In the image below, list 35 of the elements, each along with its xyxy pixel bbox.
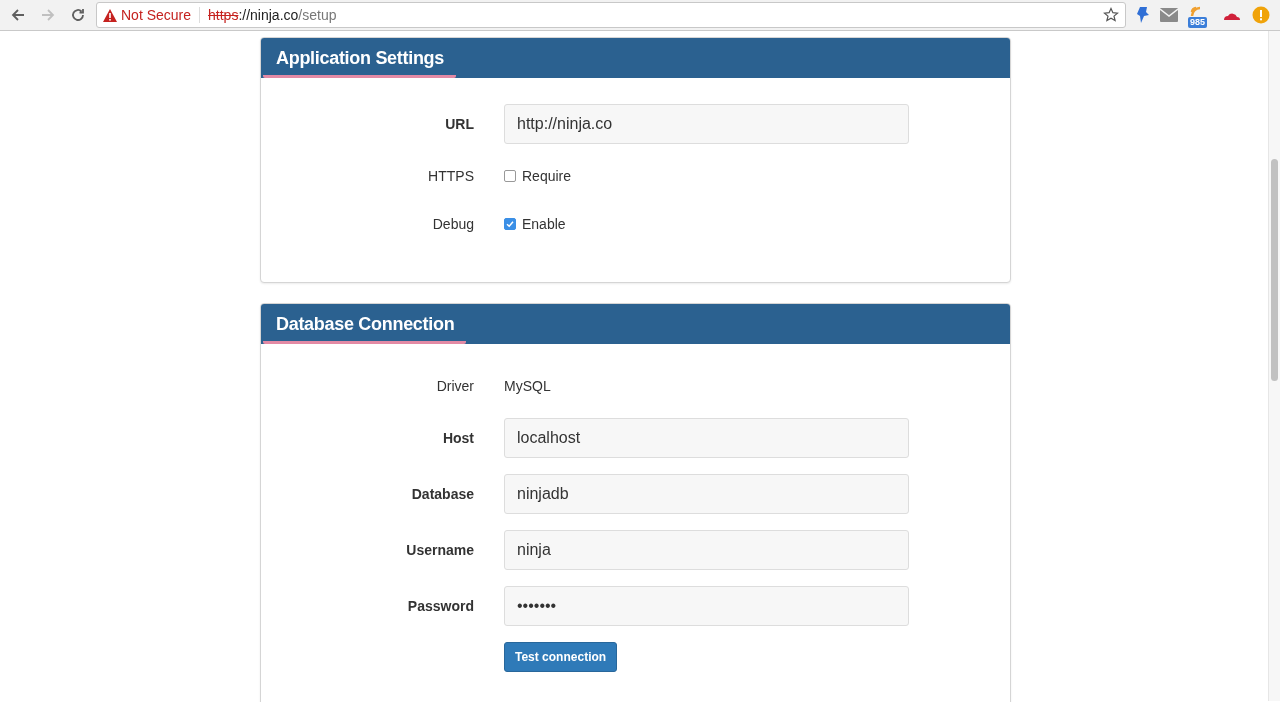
input-field[interactable]: ninjadb <box>504 474 909 514</box>
star-icon[interactable] <box>1103 7 1119 23</box>
mail-icon[interactable] <box>1160 8 1178 22</box>
checkbox[interactable] <box>504 218 516 230</box>
field-label: Debug <box>432 216 474 232</box>
card-title: Application Settings <box>263 48 456 78</box>
security-status[interactable]: Not Secure <box>103 7 201 23</box>
scrollbar[interactable] <box>1268 31 1280 701</box>
back-icon[interactable] <box>10 7 26 23</box>
check-icon <box>506 220 514 228</box>
driver-value: MySQL <box>504 378 552 394</box>
checkbox-option[interactable]: Enable <box>504 216 909 232</box>
field-label: HTTPS <box>428 168 474 184</box>
field-label: Driver <box>436 378 474 394</box>
unread-count: 985 <box>1188 17 1208 28</box>
field-label: Username <box>406 542 474 558</box>
input-field[interactable]: http://ninja.co <box>504 104 909 144</box>
reload-icon[interactable] <box>70 7 86 23</box>
checkbox[interactable] <box>504 170 516 182</box>
field-label: Database <box>411 486 474 502</box>
card-title: Database Connection <box>263 314 467 344</box>
field-label: Password <box>407 598 474 614</box>
field-label: Host <box>442 430 474 446</box>
test-connection-button[interactable]: Test connection <box>504 642 618 672</box>
input-field[interactable]: ••••••• <box>504 586 909 626</box>
address-bar[interactable]: Not Secure https://ninja.co/setup <box>96 2 1126 28</box>
pin-icon[interactable] <box>1136 6 1150 24</box>
field-label: URL <box>445 116 474 132</box>
warning-icon <box>103 8 117 22</box>
checkbox-option[interactable]: Require <box>504 168 909 184</box>
alert-icon[interactable] <box>1252 6 1270 24</box>
input-field[interactable]: localhost <box>504 418 909 458</box>
input-field[interactable]: ninja <box>504 530 909 570</box>
url-text: https://ninja.co/setup <box>208 7 337 23</box>
scrollbar-thumb[interactable] <box>1271 159 1278 381</box>
